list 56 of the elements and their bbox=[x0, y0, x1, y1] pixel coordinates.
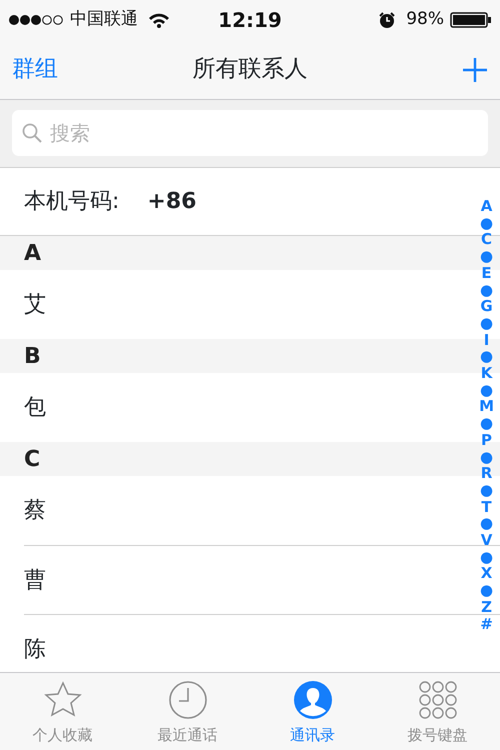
contact-name[interactable]: 曹 bbox=[24, 564, 46, 596]
index-letter[interactable]: C bbox=[481, 231, 492, 248]
tab-button[interactable]: 个人收藏 bbox=[0, 673, 125, 750]
contact-name[interactable]: 蔡 bbox=[24, 494, 46, 527]
my-number-value: +86 bbox=[147, 188, 196, 216]
index-letter[interactable]: # bbox=[480, 616, 493, 632]
signal-icon bbox=[8, 12, 64, 28]
tab-button[interactable]: 拨号键盘 bbox=[375, 673, 500, 750]
page-title: 所有联系人 bbox=[192, 55, 308, 84]
index-letter[interactable]: ● bbox=[480, 348, 494, 366]
keypad-icon bbox=[418, 680, 458, 720]
index-letter[interactable]: T bbox=[481, 498, 492, 516]
index-letter[interactable]: ● bbox=[480, 448, 494, 466]
tab-button[interactable]: 最近通话 bbox=[125, 673, 250, 750]
add-button[interactable] bbox=[462, 56, 488, 82]
clock-icon bbox=[168, 680, 208, 720]
star-icon bbox=[42, 680, 82, 720]
section-header: B bbox=[24, 342, 41, 370]
index-letter[interactable]: R bbox=[480, 465, 492, 482]
index-letter[interactable]: ● bbox=[480, 548, 494, 566]
index-letter[interactable]: I bbox=[484, 332, 490, 348]
index-letter[interactable]: ● bbox=[480, 314, 494, 332]
index-letter[interactable]: ● bbox=[480, 415, 494, 432]
index-letter[interactable]: V bbox=[480, 532, 492, 549]
index-letter[interactable]: A bbox=[480, 198, 492, 215]
status-time: 12:19 bbox=[218, 7, 282, 34]
section-header: A bbox=[24, 240, 42, 268]
person-icon bbox=[292, 680, 332, 720]
index-letter[interactable]: M bbox=[479, 398, 494, 416]
contact-name[interactable]: 艾 bbox=[24, 288, 46, 321]
battery-icon bbox=[450, 11, 492, 29]
index-letter[interactable]: Z bbox=[481, 598, 492, 616]
search-icon bbox=[22, 123, 42, 143]
index-letter[interactable]: ● bbox=[480, 482, 494, 499]
battery-percent: 98% bbox=[406, 8, 444, 32]
index-letter[interactable]: ● bbox=[480, 214, 494, 232]
index-letter[interactable]: ● bbox=[480, 515, 494, 532]
index-letter[interactable]: ● bbox=[480, 582, 494, 599]
index-letter[interactable]: ● bbox=[480, 382, 494, 398]
contact-name[interactable]: 包 bbox=[24, 391, 46, 424]
index-letter[interactable]: ● bbox=[480, 282, 494, 298]
tab-button[interactable]: 通讯录 bbox=[250, 673, 375, 750]
wifi-icon bbox=[148, 12, 170, 28]
groups-button[interactable]: 群组 bbox=[12, 52, 58, 87]
index-letter[interactable]: X bbox=[480, 565, 492, 582]
index-letter[interactable]: P bbox=[481, 432, 492, 449]
section-header: C bbox=[24, 446, 40, 474]
index-letter[interactable]: E bbox=[481, 264, 492, 282]
index-letter[interactable]: G bbox=[480, 298, 493, 315]
carrier-name: 中国联通 bbox=[70, 8, 138, 32]
index-letter[interactable]: K bbox=[480, 365, 492, 382]
my-number-label: 本机号码: bbox=[24, 188, 120, 216]
index-letter[interactable]: ● bbox=[480, 248, 494, 265]
alarm-clock-icon bbox=[378, 11, 396, 29]
contact-name[interactable]: 陈 bbox=[24, 632, 46, 666]
search-field[interactable]: 搜索 bbox=[12, 110, 488, 156]
